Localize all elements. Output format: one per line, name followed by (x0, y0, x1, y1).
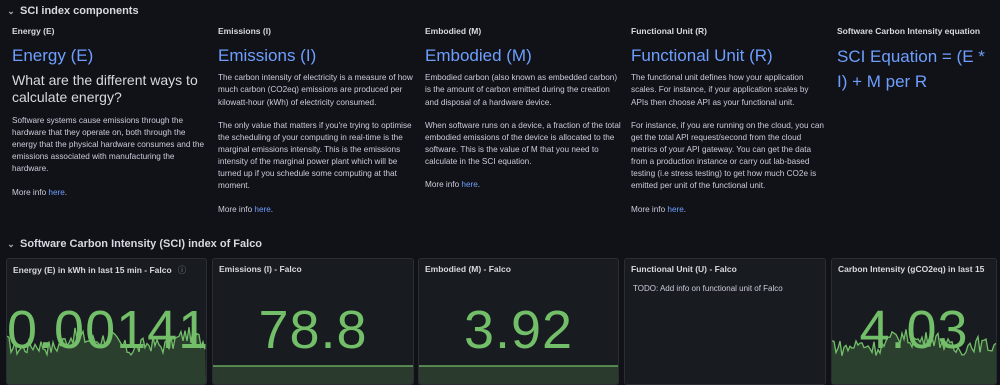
row-header-sci-components[interactable]: ⌄ SCI index components (6, 2, 139, 20)
embodied-panel: Embodied (M) Embodied (M) Embodied carbo… (425, 26, 621, 202)
stat-value: 0.00141 (7, 300, 207, 360)
panel-paragraph: When software runs on a device, a fracti… (425, 120, 621, 167)
panel-paragraph: The functional unit defines how your app… (631, 73, 809, 107)
panel-paragraph: Software systems cause emissions through… (12, 115, 205, 174)
stat-value: 3.92 (463, 300, 574, 360)
panel-paragraph: The only value that matters if you're tr… (218, 120, 412, 191)
carbon-intensity-stat-panel[interactable]: Carbon Intensity (gCO2eq) in last 15 4.0… (831, 258, 997, 385)
stat-title: Embodied (M) - Falco (425, 264, 511, 274)
row-title: SCI index components (20, 5, 139, 17)
stat-title: Functional Unit (U) - Falco (631, 264, 737, 274)
more-info-link[interactable]: here (48, 188, 64, 197)
row-title: Software Carbon Intensity (SCI) index of… (20, 238, 263, 250)
panel-heading: Emissions (I) (218, 46, 317, 65)
chevron-down-icon[interactable]: ⌄ (6, 6, 16, 17)
energy-panel: Energy (E) Energy (E) What are the diffe… (12, 26, 208, 210)
stat-title: Carbon Intensity (gCO2eq) in last 15 (838, 264, 985, 274)
panel-title: Embodied (M) (425, 26, 482, 36)
panel-paragraph: For instance, if you are running on the … (631, 120, 824, 191)
panel-paragraph: Embodied carbon (also known as embedded … (425, 73, 618, 107)
sparkline-area (419, 366, 618, 384)
more-info: More info here. (631, 204, 687, 214)
panel-heading: Functional Unit (R) (631, 46, 773, 65)
panel-title: Energy (E) (12, 26, 55, 36)
energy-stat-panel[interactable]: Energy (E) in kWh in last 15 min - Falco… (6, 258, 207, 385)
equation-heading: SCI Equation = (E * I) + M per R (837, 47, 985, 91)
panel-paragraph: The carbon intensity of electricity is a… (218, 73, 413, 107)
emissions-panel: Emissions (I) Emissions (I) The carbon i… (218, 26, 414, 227)
panel-heading: Energy (E) (12, 46, 94, 65)
panel-title: Functional Unit (R) (631, 26, 708, 36)
panel-subheading: What are the different ways to calculate… (12, 72, 198, 106)
more-info-link[interactable]: here (667, 205, 683, 214)
sci-equation-panel: Software Carbon Intensity equation SCI E… (837, 26, 995, 100)
more-info: More info here. (218, 204, 274, 214)
embodied-stat-panel[interactable]: Embodied (M) - Falco 3.92 (418, 258, 619, 385)
stat-value: 78.8 (258, 300, 368, 360)
more-info-link[interactable]: here (461, 180, 477, 189)
functional-unit-stat-panel[interactable]: Functional Unit (U) - Falco TODO: Add in… (624, 258, 826, 385)
stat-title: Energy (E) in kWh in last 15 min - Falco… (13, 265, 187, 275)
emissions-stat-panel[interactable]: Emissions (I) - Falco 78.8 (212, 258, 414, 385)
more-info: More info here. (12, 187, 68, 197)
chevron-down-icon[interactable]: ⌄ (6, 239, 16, 250)
panel-heading: Embodied (M) (425, 46, 532, 65)
stat-value: 4.03 (859, 300, 969, 360)
stat-title: Emissions (I) - Falco (219, 264, 302, 274)
panel-title: Software Carbon Intensity equation (837, 26, 981, 36)
todo-text: TODO: Add info on functional unit of Fal… (633, 284, 783, 293)
more-info: More info here. (425, 180, 481, 190)
functional-unit-panel: Functional Unit (R) Functional Unit (R) … (631, 26, 827, 227)
panel-title: Emissions (I) (218, 26, 271, 36)
row-header-sci-index-falco[interactable]: ⌄ Software Carbon Intensity (SCI) index … (6, 235, 262, 253)
more-info-link[interactable]: here (254, 205, 270, 214)
sparkline-area (213, 366, 413, 384)
info-icon[interactable]: ⓘ (178, 265, 187, 275)
